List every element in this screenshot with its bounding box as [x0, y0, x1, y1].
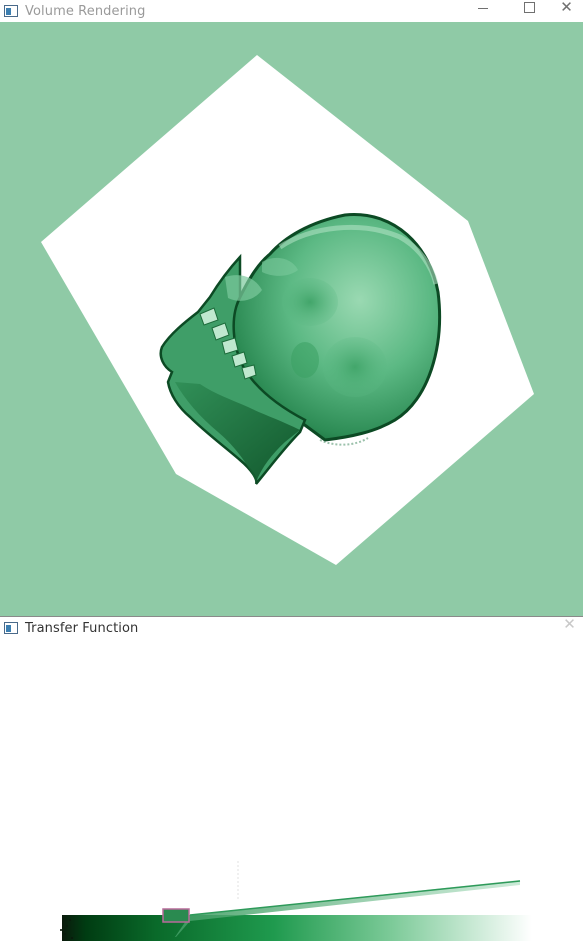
- transfer-function-window: Transfer Function ✕: [0, 614, 583, 944]
- tf-window-title: Transfer Function: [25, 620, 139, 636]
- close-icon: ✕: [560, 0, 573, 16]
- minimize-icon: [478, 7, 488, 9]
- volume-window-title: Volume Rendering: [25, 3, 146, 19]
- close-button[interactable]: ✕: [550, 0, 583, 22]
- transfer-function-editor[interactable]: [0, 639, 583, 944]
- tf-close-button[interactable]: ✕: [556, 614, 583, 639]
- tf-control-point[interactable]: [162, 908, 190, 923]
- app-window-icon: [4, 5, 18, 17]
- render-viewport[interactable]: [0, 22, 583, 616]
- tf-opacity-line[interactable]: [189, 880, 521, 916]
- app-window-icon: [4, 622, 18, 634]
- tf-canvas[interactable]: [0, 639, 583, 944]
- render-canvas[interactable]: [0, 22, 583, 616]
- maximize-icon: [523, 1, 535, 13]
- tf-titlebar[interactable]: Transfer Function ✕: [0, 614, 583, 639]
- minimize-button[interactable]: [460, 0, 506, 22]
- tf-color-bar[interactable]: [62, 915, 532, 941]
- maximize-button[interactable]: [506, 0, 552, 22]
- volume-titlebar[interactable]: Volume Rendering ✕: [0, 0, 583, 22]
- volume-rendering-window: Volume Rendering ✕: [0, 0, 583, 616]
- close-icon: ✕: [563, 614, 576, 633]
